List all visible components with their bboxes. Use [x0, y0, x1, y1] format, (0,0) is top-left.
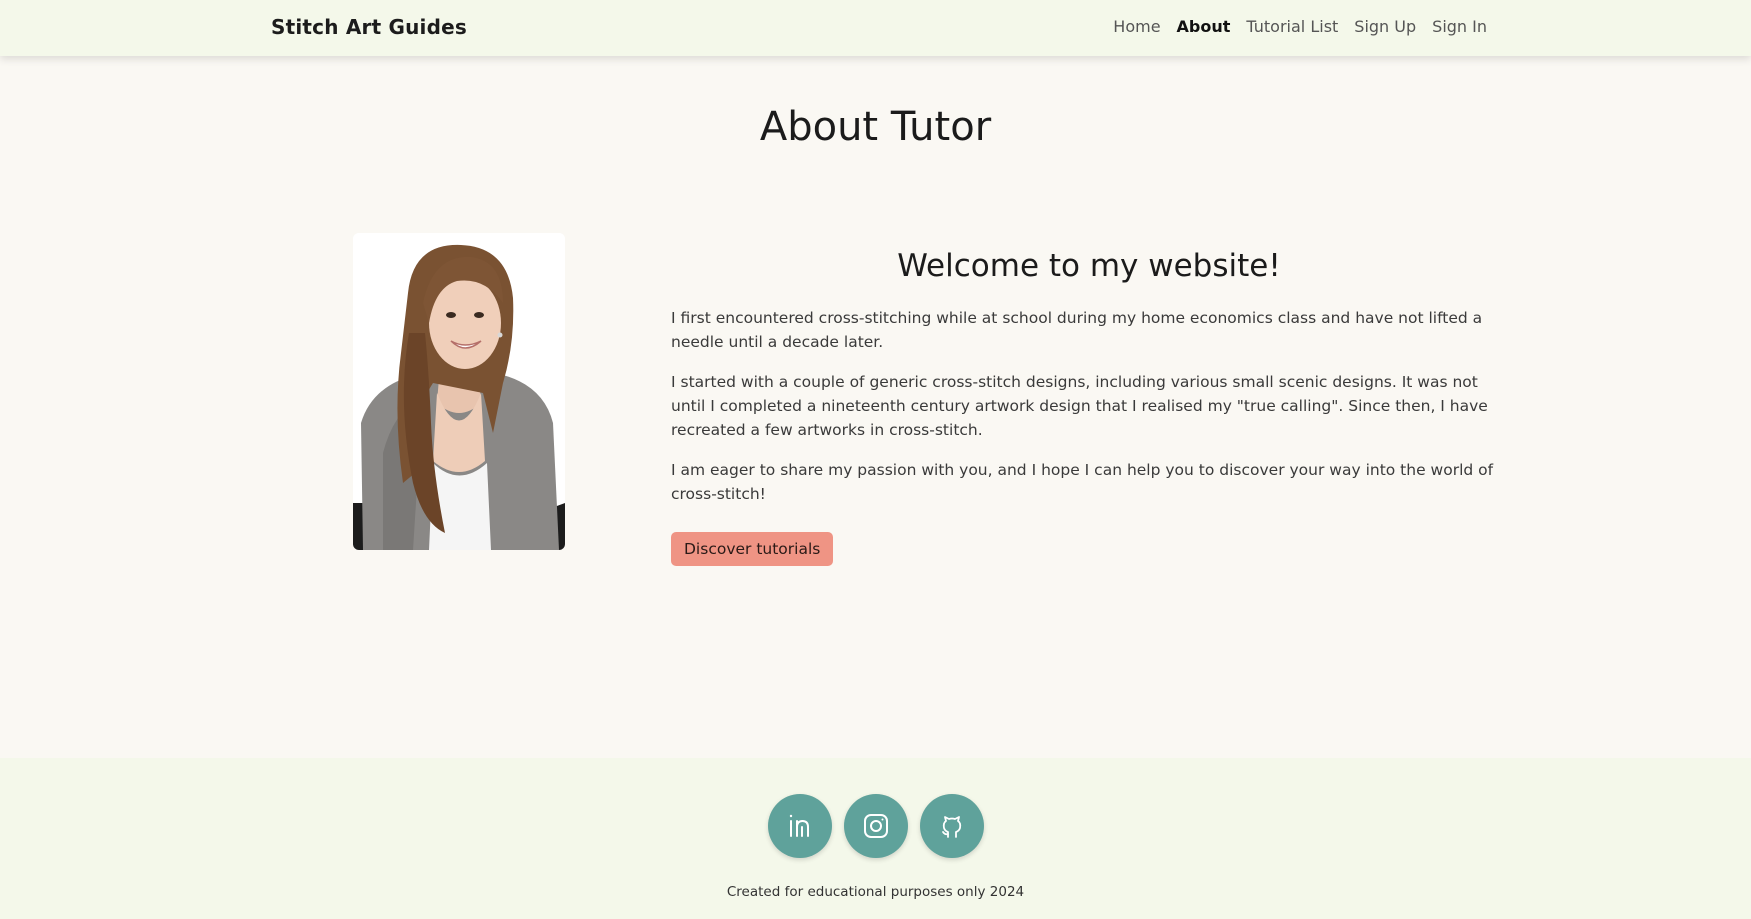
about-paragraph-3: I am eager to share my passion with you,…	[671, 461, 1494, 503]
linkedin-icon	[789, 814, 809, 837]
nav-link-tutorial-list[interactable]: Tutorial List	[1246, 17, 1338, 36]
page-title: About Tutor	[759, 104, 992, 150]
nav-link-sign-up[interactable]: Sign Up	[1354, 17, 1416, 36]
main-content: About Tutor Welcome to my website! I fir…	[0, 56, 1751, 758]
footer-text: Created for educational purposes only 20…	[726, 884, 1025, 900]
welcome-heading: Welcome to my website!	[897, 248, 1281, 284]
instagram-link[interactable]	[843, 794, 908, 858]
tutor-photo	[353, 233, 565, 550]
nav-links: Home About Tutorial List Sign Up Sign In	[1113, 17, 1487, 36]
about-content: Welcome to my website! I first encounter…	[671, 248, 1507, 566]
instagram-icon	[863, 814, 888, 838]
linkedin-link[interactable]	[767, 794, 832, 858]
tutor-portrait-image	[353, 233, 565, 550]
nav-link-home[interactable]: Home	[1113, 17, 1160, 36]
nav-link-sign-in[interactable]: Sign In	[1432, 17, 1487, 36]
discover-tutorials-button[interactable]: Discover tutorials	[671, 532, 834, 566]
github-icon	[941, 816, 961, 838]
about-paragraph-1: I first encountered cross-stitching whil…	[671, 309, 1483, 351]
navbar: Stitch Art Guides Home About Tutorial Li…	[0, 0, 1751, 56]
nav-link-about[interactable]: About	[1177, 17, 1231, 36]
about-paragraph-2: I started with a couple of generic cross…	[671, 373, 1488, 439]
footer: Created for educational purposes only 20…	[0, 758, 1751, 919]
brand-logo[interactable]: Stitch Art Guides	[271, 15, 467, 39]
github-link[interactable]	[919, 794, 984, 858]
social-links	[0, 794, 1751, 858]
